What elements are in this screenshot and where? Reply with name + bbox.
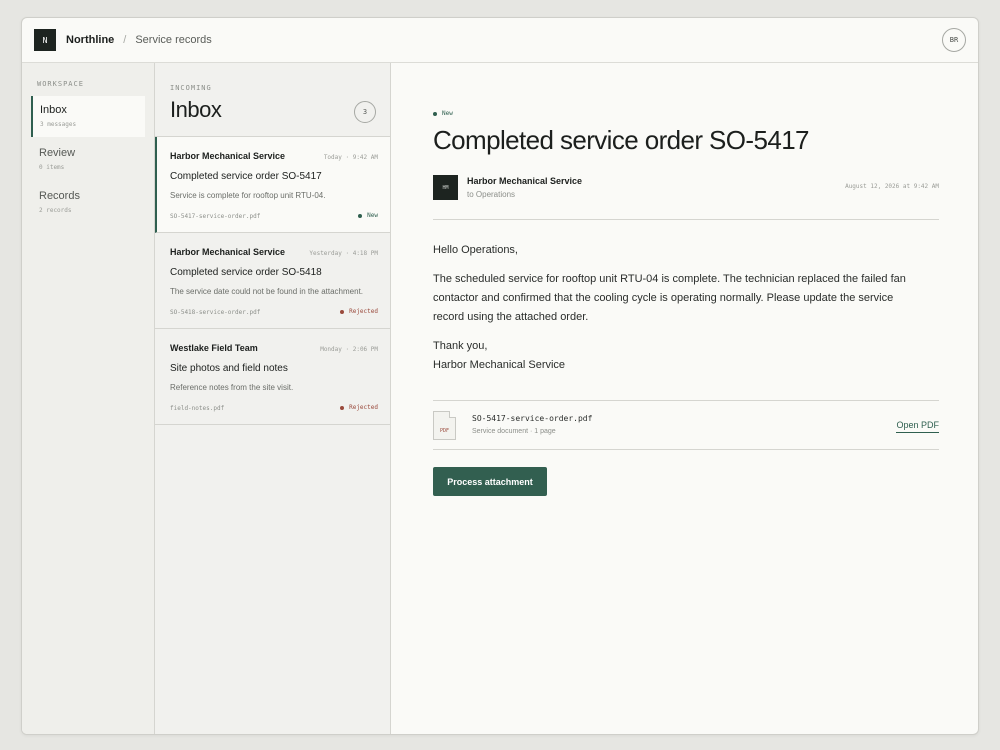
sidebar-section-label: WORKSPACE — [37, 80, 84, 88]
status-dot-icon — [340, 309, 345, 314]
message-list: INCOMING Inbox 3 Harbor Mechanical Servi… — [155, 63, 391, 734]
message-time: Monday · 2:06 PM — [320, 346, 378, 353]
status-label: Rejected — [349, 308, 378, 315]
sidebar-item-label: Inbox — [40, 104, 67, 116]
attachment-name: SO-5417-service-order.pdf — [472, 414, 593, 423]
top-bar: N Northline / Service records BR — [22, 18, 978, 63]
message-preview: The service date could not be found in t… — [170, 287, 364, 296]
sender-name: Harbor Mechanical Service — [467, 176, 583, 186]
sidebar-item-meta: 2 records — [39, 207, 72, 214]
message-closing: Thank you, — [433, 340, 488, 352]
message-signature: Harbor Mechanical Service — [433, 359, 566, 371]
message-subject: Completed service order SO-5417 — [170, 171, 322, 182]
attachment-meta: Service document · 1 page — [472, 428, 556, 435]
message-item[interactable]: Harbor Mechanical Service Yesterday · 4:… — [155, 233, 390, 329]
message-count-badge: 3 — [354, 101, 376, 123]
attachment-card: PDF SO-5417-service-order.pdf Service do… — [433, 400, 939, 450]
detail-status-tag: New — [433, 110, 939, 117]
status-dot-icon — [340, 405, 345, 410]
brand-name[interactable]: Northline — [66, 34, 114, 46]
message-attachment-name: SO-5417-service-order.pdf — [170, 212, 261, 220]
message-time: Today · 9:42 AM — [323, 154, 378, 161]
message-date: August 12, 2026 at 9:42 AM — [845, 183, 939, 190]
status-label: New — [367, 212, 378, 219]
app-logo[interactable]: N — [34, 29, 56, 51]
message-subject: Completed service order SO-5418 — [170, 267, 322, 278]
message-sender: Harbor Mechanical Service — [170, 247, 286, 257]
sidebar-item-review[interactable]: Review 0 items — [31, 139, 145, 180]
message-sender: Harbor Mechanical Service — [170, 151, 286, 161]
message-body: The scheduled service for rooftop unit R… — [433, 273, 906, 323]
sender-row: HM Harbor Mechanical Service to Operatio… — [433, 175, 939, 200]
message-preview: Service is complete for rooftop unit RTU… — [170, 191, 326, 200]
message-greeting: Hello Operations, — [433, 244, 518, 256]
message-item[interactable]: Westlake Field Team Monday · 2:06 PM Sit… — [155, 329, 390, 425]
sidebar-item-records[interactable]: Records 2 records — [31, 182, 145, 223]
sidebar-item-inbox[interactable]: Inbox 3 messages — [31, 96, 145, 137]
sidebar-item-meta: 0 items — [39, 164, 65, 171]
message-preview: Reference notes from the site visit. — [170, 383, 294, 392]
list-section-label: INCOMING — [170, 84, 212, 92]
status-dot-icon — [433, 111, 437, 116]
status-dot-icon — [358, 213, 363, 218]
breadcrumb-separator: / — [123, 34, 127, 46]
breadcrumb[interactable]: Service records — [135, 34, 211, 46]
list-header: INCOMING Inbox 3 — [155, 63, 390, 137]
sidebar: WORKSPACE Inbox 3 messages Review 0 item… — [22, 63, 155, 734]
open-pdf-link[interactable]: Open PDF — [896, 420, 939, 433]
recipient: to Operations — [467, 190, 516, 199]
pdf-icon-label: PDF — [439, 428, 450, 434]
detail-status-label: New — [442, 110, 453, 117]
divider — [433, 219, 939, 220]
detail-title: Completed service order SO-5417 — [433, 125, 810, 155]
process-attachment-button[interactable]: Process attachment — [433, 467, 547, 496]
status-label: Rejected — [349, 404, 378, 411]
status-badge: Rejected — [340, 308, 378, 315]
app-window: N Northline / Service records BR WORKSPA… — [21, 17, 979, 735]
message-attachment-name: SO-5418-service-order.pdf — [170, 308, 261, 316]
message-item[interactable]: Harbor Mechanical Service Today · 9:42 A… — [155, 137, 390, 233]
message-subject: Site photos and field notes — [170, 363, 288, 374]
sidebar-item-label: Review — [39, 147, 76, 159]
sidebar-item-meta: 3 messages — [40, 121, 77, 128]
status-badge: New — [358, 212, 378, 219]
status-badge: Rejected — [340, 404, 378, 411]
pdf-file-icon: PDF — [433, 411, 456, 440]
sender-avatar: HM — [433, 175, 458, 200]
message-sender: Westlake Field Team — [170, 343, 258, 353]
user-avatar[interactable]: BR — [942, 28, 966, 52]
message-time: Yesterday · 4:18 PM — [309, 250, 378, 257]
sidebar-item-label: Records — [39, 190, 80, 202]
message-detail: New Completed service order SO-5417 HM H… — [392, 63, 978, 734]
message-attachment-name: field-notes.pdf — [170, 404, 225, 412]
